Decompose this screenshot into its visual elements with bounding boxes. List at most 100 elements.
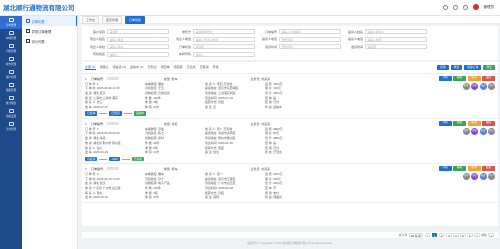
page-tab[interactable]: 首页管理 xyxy=(102,15,123,24)
order-actions: 详情 编辑 取消 跟踪回单 签收 轨迹 评价 xyxy=(438,166,495,180)
filter-input[interactable]: 请输入提货人 xyxy=(365,29,427,35)
next-page-button[interactable]: > xyxy=(474,232,480,238)
order-action-button[interactable]: 详情 xyxy=(438,76,452,81)
filter-input[interactable]: 请选择委托方 xyxy=(193,29,255,35)
order-actions: 详情 编辑 取消 跟踪 回单 签收 轨迹 评价 xyxy=(438,121,495,135)
filter-input[interactable]: 请输入电话 xyxy=(365,36,427,42)
filter-input[interactable]: 请选择 xyxy=(193,44,255,50)
page-number[interactable]: 6 xyxy=(467,232,473,238)
filter-input[interactable]: 请输入 xyxy=(107,51,169,57)
round-action-button[interactable]: 回单 xyxy=(462,172,470,180)
filter-input[interactable]: 请输入到达人电话 xyxy=(193,36,255,42)
filter-input[interactable]: 请输入 xyxy=(193,51,255,57)
order-action-button[interactable]: 取消 xyxy=(467,76,481,81)
order-action-button[interactable]: 编辑 xyxy=(453,76,466,81)
nav-item[interactable]: 线路管理 xyxy=(0,81,22,94)
status-tab[interactable]: 已完成 xyxy=(187,65,196,70)
round-action-button[interactable]: 轨迹 xyxy=(479,172,487,180)
order-action-button[interactable]: 跟踪 xyxy=(482,76,495,81)
round-action-row: 回单 签收 轨迹 评价 xyxy=(462,127,495,135)
round-action-button[interactable]: 回单 xyxy=(462,82,470,90)
order-action-button[interactable]: 取消 xyxy=(467,166,481,171)
order-detail-column: 收 货 人: 吴一 提货地址: 武汉市江夏区 到货地址: 广州市白云区 到达时间: 2… xyxy=(205,172,265,200)
round-action-button[interactable]: 签收 xyxy=(471,127,478,135)
filter-input[interactable]: 请输入订单编号 xyxy=(279,29,341,35)
subnav-item[interactable]: 评价列表 xyxy=(22,36,77,46)
page-number[interactable]: 1 xyxy=(431,232,438,238)
status-tab[interactable]: 全部 (5) xyxy=(85,65,96,70)
order-action-button[interactable]: 跟踪 xyxy=(482,121,495,126)
avatar[interactable] xyxy=(472,4,479,10)
status-tabs: 全部 (5) 待确认 待提货 (3) 运输中 (2) 已到达 待回单 待结算 已完成 已取消 异常 xyxy=(85,65,219,70)
order-action-button[interactable]: 编辑 xyxy=(453,121,466,126)
nav-item[interactable]: 统计报表 xyxy=(0,94,22,107)
company-logo: 湖北顺行通物流有限公司 xyxy=(3,5,75,12)
order-detail-column: 收 货 人: 李四 已签收 提货地址: 武汉市东西湖区 到货地址: 上海浦东新区 到达… xyxy=(205,82,265,110)
nav-label: 司机管理 xyxy=(5,50,17,53)
menu-icon xyxy=(26,19,30,23)
reset-button[interactable]: 重置 xyxy=(450,65,463,70)
add-order-button[interactable]: 新建订单 xyxy=(464,65,482,70)
nav-item[interactable]: 车辆管理 xyxy=(0,29,22,42)
nav-item[interactable]: 司机管理 xyxy=(0,42,22,55)
nav-item[interactable]: 财务管理 xyxy=(0,55,22,68)
round-action-button[interactable]: 轨迹 xyxy=(479,82,487,90)
filter-input[interactable]: 开始时间 xyxy=(279,36,341,42)
nav-item[interactable]: 系统设置 xyxy=(0,107,22,120)
filter-label: 订单状态 xyxy=(178,44,191,49)
nav-item[interactable]: 客户管理 xyxy=(0,68,22,81)
subnav-item[interactable]: 订单列表 xyxy=(22,16,77,26)
page-tab[interactable]: 工作台 xyxy=(82,15,100,24)
search-button[interactable]: 查询 xyxy=(436,65,449,70)
filter-label: 发货时间 xyxy=(350,44,363,49)
filter-input[interactable]: 请选择 xyxy=(107,29,169,35)
status-tab[interactable]: 已到达 xyxy=(148,65,157,70)
order-action-button[interactable]: 编辑 xyxy=(453,166,466,171)
round-action-button[interactable]: 轨迹 xyxy=(479,127,487,135)
page-number[interactable]: 3 xyxy=(445,232,452,238)
status-tab[interactable]: 待提货 (3) xyxy=(113,65,127,70)
order-action-button[interactable]: 详情 xyxy=(438,121,452,126)
round-action-button[interactable]: 评价 xyxy=(488,127,495,135)
filter-input[interactable]: 请选择 xyxy=(365,44,427,50)
filter-input[interactable]: 开始时间 xyxy=(279,44,341,50)
order-index: 2 xyxy=(85,121,87,126)
status-tab[interactable]: 待结算 xyxy=(174,65,183,70)
status-tab[interactable]: 待回单 xyxy=(161,65,170,70)
filter-field: 委托方 请选择委托方 xyxy=(171,29,257,35)
page-tab[interactable]: 订单列表 xyxy=(125,15,146,24)
goto-page-input[interactable]: 1 xyxy=(488,232,494,238)
round-action-button[interactable]: 回单 xyxy=(462,127,470,135)
order-number-label: 订单编号: xyxy=(91,166,104,171)
page-number[interactable]: 2 xyxy=(438,232,445,238)
bell-icon[interactable] xyxy=(452,4,458,10)
username[interactable]: 管理员 xyxy=(484,5,495,10)
status-tab[interactable]: 已取消 xyxy=(200,65,209,70)
status-tab[interactable]: 待确认 xyxy=(100,65,109,70)
page-number[interactable]: 5 xyxy=(460,232,466,238)
round-action-button[interactable]: 评价 xyxy=(488,172,495,180)
status-tab[interactable]: 运输中 (2) xyxy=(130,65,144,70)
search-icon[interactable] xyxy=(442,4,448,10)
order-action-button[interactable]: 跟踪 xyxy=(482,166,495,171)
export-button[interactable]: 导出 xyxy=(483,65,495,70)
nav-item[interactable]: 平台管理 xyxy=(0,120,22,133)
page-number[interactable]: 4 xyxy=(453,232,459,238)
subnav-item[interactable]: 异常订单管理 xyxy=(22,26,77,36)
order-salesperson: 业务员: 刘某某 xyxy=(250,166,271,171)
page-size-select[interactable]: 20 条/页 xyxy=(408,232,424,238)
order-action-button[interactable]: 详情 xyxy=(438,166,452,171)
round-action-button[interactable]: 签收 xyxy=(471,82,478,90)
filter-input[interactable]: 请输入地址 xyxy=(107,44,169,50)
round-action-button[interactable]: 评价 xyxy=(488,82,495,90)
nav-label: 系统设置 xyxy=(5,115,17,118)
round-action-button[interactable]: 签收 xyxy=(471,172,478,180)
status-tab[interactable]: 异常 xyxy=(213,65,219,70)
order-action-button[interactable]: 取消 xyxy=(467,121,481,126)
round-action-row: 回单 签收 轨迹 评价 xyxy=(462,82,495,90)
prev-page-button[interactable]: < xyxy=(424,232,431,238)
filter-input[interactable]: 请输入姓名 xyxy=(107,36,169,42)
nav-item[interactable]: 订单管理 xyxy=(0,16,22,29)
fullscreen-icon[interactable] xyxy=(462,4,468,10)
order-list: 1 订单编号: 类型: 整车 业务员: 刘某某订 单 号: 1下 单 时: 2025-… xyxy=(82,74,498,226)
